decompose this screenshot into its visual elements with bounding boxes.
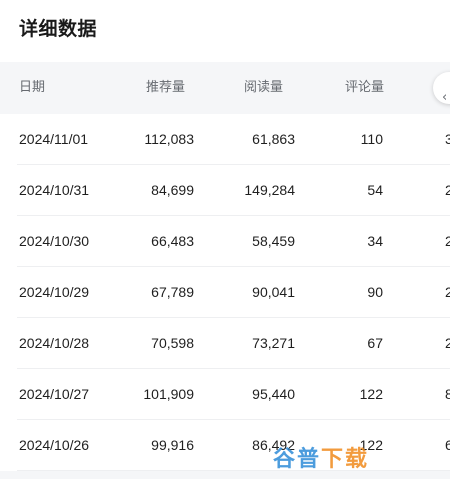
watermark-text-b: 下载: [321, 447, 370, 472]
cell-recommend: 84,699: [151, 182, 194, 198]
cell-date: 2024/10/27: [19, 386, 90, 402]
header-recommend: 推荐量: [146, 80, 186, 95]
table-row: 2024/10/31 84,699 149,284 54 2: [0, 165, 450, 216]
cell-read: 90,041: [252, 284, 295, 300]
cell-truncated: 2: [445, 182, 450, 198]
cell-date: 2024/10/28: [19, 335, 90, 351]
cell-recommend: 66,483: [151, 233, 194, 249]
table-row: 2024/10/26 99,916 86,492 122 6: [0, 420, 450, 471]
cell-truncated: 2: [445, 335, 450, 351]
cell-date: 2024/10/26: [19, 437, 90, 453]
cell-read: 149,284: [244, 182, 295, 198]
table-header: 日期 推荐量 阅读量 评论量 ‹: [0, 62, 450, 114]
cell-truncated: 3: [445, 131, 450, 147]
cell-date: 2024/11/01: [19, 131, 89, 147]
cell-recommend: 112,083: [144, 131, 194, 147]
page-title: 详细数据: [19, 18, 98, 40]
table-row: 2024/10/29 67,789 90,041 90 2: [0, 267, 450, 318]
bottom-bar: [0, 471, 450, 479]
cell-read: 61,863: [252, 131, 295, 147]
cell-comment: 34: [367, 233, 383, 249]
cell-truncated: 6: [445, 437, 450, 453]
cell-comment: 67: [367, 335, 383, 351]
cell-recommend: 101,909: [143, 386, 194, 402]
cell-recommend: 99,916: [151, 437, 194, 453]
data-table: 日期 推荐量 阅读量 评论量 ‹ 2024/11/01 112,083 61,8…: [0, 62, 450, 471]
table-row: 2024/10/30 66,483 58,459 34 2: [0, 216, 450, 267]
cell-truncated: 8: [445, 386, 450, 402]
cell-read: 95,440: [252, 386, 295, 402]
header-read: 阅读量: [244, 80, 284, 95]
table-row: 2024/11/01 112,083 61,863 110 3: [0, 114, 450, 165]
cell-recommend: 70,598: [151, 335, 194, 351]
watermark-text-a: 谷普: [273, 447, 322, 472]
watermark-logo: 谷普下载: [273, 441, 369, 473]
cell-truncated: 2: [445, 284, 450, 300]
cell-read: 58,459: [252, 233, 295, 249]
cell-comment: 90: [367, 284, 383, 300]
page: 详细数据 日期 推荐量 阅读量 评论量 ‹ 2024/11/01 112,083…: [0, 0, 450, 479]
header-comment: 评论量: [345, 80, 385, 95]
header-date: 日期: [19, 80, 46, 95]
cell-read: 73,271: [252, 335, 295, 351]
table-row: 2024/10/28 70,598 73,271 67 2: [0, 318, 450, 369]
cell-comment: 110: [360, 131, 383, 147]
scroll-left-button[interactable]: ‹: [433, 72, 450, 105]
cell-comment: 54: [367, 182, 383, 198]
cell-date: 2024/10/30: [19, 233, 90, 249]
cell-comment: 122: [359, 386, 383, 402]
cell-truncated: 2: [445, 233, 450, 249]
cell-recommend: 67,789: [151, 284, 194, 300]
table-row: 2024/10/27 101,909 95,440 122 8: [0, 369, 450, 420]
cell-date: 2024/10/31: [19, 182, 90, 198]
cell-date: 2024/10/29: [19, 284, 90, 300]
